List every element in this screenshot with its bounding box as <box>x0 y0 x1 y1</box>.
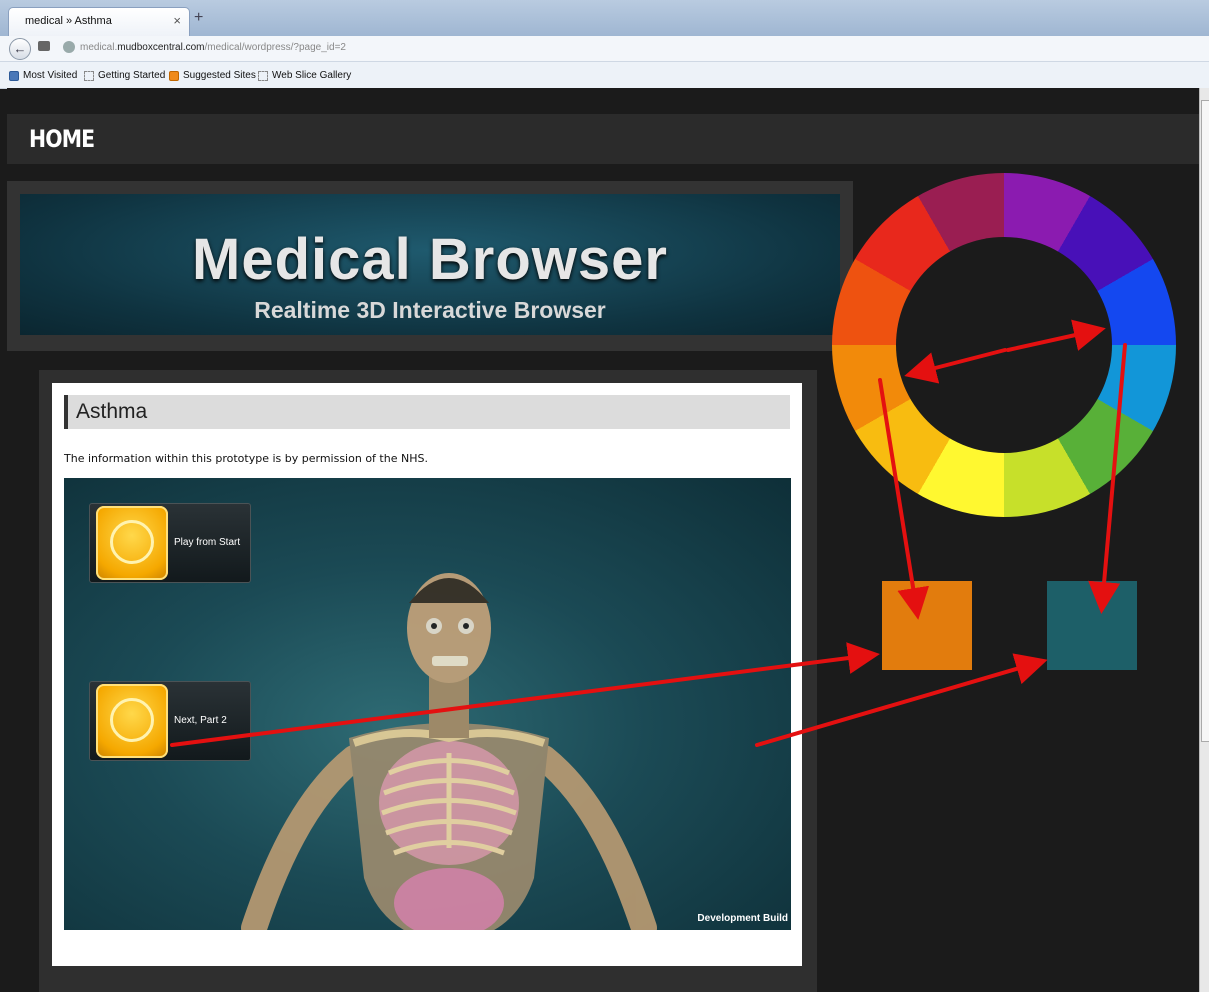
back-button[interactable]: ← <box>9 38 31 60</box>
bookmark-label: Web Slice Gallery <box>272 70 352 81</box>
page-title-bar: Asthma <box>64 395 790 429</box>
intro-text: The information within this prototype is… <box>64 452 428 465</box>
site-banner: Medical Browser Realtime 3D Interactive … <box>20 194 840 335</box>
next-part-label: Next, Part 2 <box>174 715 227 726</box>
page-icon <box>84 70 94 81</box>
color-wheel-center <box>896 237 1112 453</box>
bookmark-label: Suggested Sites <box>183 70 256 81</box>
development-build-label: Development Build <box>697 913 788 924</box>
page-icon <box>258 70 268 81</box>
bookmark-getting-started[interactable]: Getting Started <box>84 70 165 81</box>
bookmark-most-visited[interactable]: Most Visited <box>9 70 77 81</box>
3d-viewer[interactable]: Play from Start Next, Part 2 Development… <box>64 478 791 930</box>
scrollbar-thumb[interactable] <box>1201 100 1209 742</box>
bookmark-suggested-sites[interactable]: Suggested Sites <box>169 70 256 81</box>
page-icon <box>38 41 50 51</box>
vertical-scrollbar[interactable] <box>1199 88 1209 992</box>
new-tab-icon[interactable]: + <box>194 9 203 27</box>
anatomy-figure <box>241 573 657 930</box>
play-icon <box>96 684 168 758</box>
tab-title: medical » Asthma <box>25 15 112 27</box>
bookmark-label: Getting Started <box>98 70 166 81</box>
bookmarks-bar: Most Visited Getting Started Suggested S… <box>0 62 1209 89</box>
article-card: Asthma The information within this proto… <box>52 383 802 966</box>
replay-icon <box>96 506 168 580</box>
bookmark-web-slice-gallery[interactable]: Web Slice Gallery <box>258 70 351 81</box>
navigation-bar: ← medical.mudboxcentral.com/medical/word… <box>0 36 1209 62</box>
close-icon[interactable]: × <box>173 13 181 28</box>
home-link[interactable]: HOME <box>29 125 95 153</box>
browser-tab[interactable]: medical » Asthma × <box>8 7 190 37</box>
url-domain: mudboxcentral.com <box>117 42 205 53</box>
url-prefix: medical. <box>80 42 118 53</box>
color-wheel <box>832 173 1176 517</box>
bookmark-folder-icon <box>9 70 19 81</box>
url-field[interactable]: medical.mudboxcentral.com/medical/wordpr… <box>80 42 346 53</box>
orange-swatch <box>882 581 972 670</box>
bookmark-label: Most Visited <box>23 70 78 81</box>
globe-icon <box>63 41 75 53</box>
banner-subtitle: Realtime 3D Interactive Browser <box>254 297 606 323</box>
browser-tab-bar: medical » Asthma × + <box>0 0 1209 37</box>
play-from-start-label: Play from Start <box>174 537 241 548</box>
suggested-sites-icon <box>169 70 179 81</box>
site-nav: HOME <box>7 114 1199 164</box>
play-from-start-button[interactable]: Play from Start <box>89 503 251 583</box>
page-title: Asthma <box>76 400 148 423</box>
teal-swatch <box>1047 581 1137 670</box>
next-part-button[interactable]: Next, Part 2 <box>89 681 251 761</box>
banner-frame: Medical Browser Realtime 3D Interactive … <box>7 181 853 351</box>
content-frame: Asthma The information within this proto… <box>39 370 817 992</box>
url-path: /medical/wordpress/?page_id=2 <box>204 42 346 53</box>
banner-title: Medical Browser <box>192 227 668 292</box>
